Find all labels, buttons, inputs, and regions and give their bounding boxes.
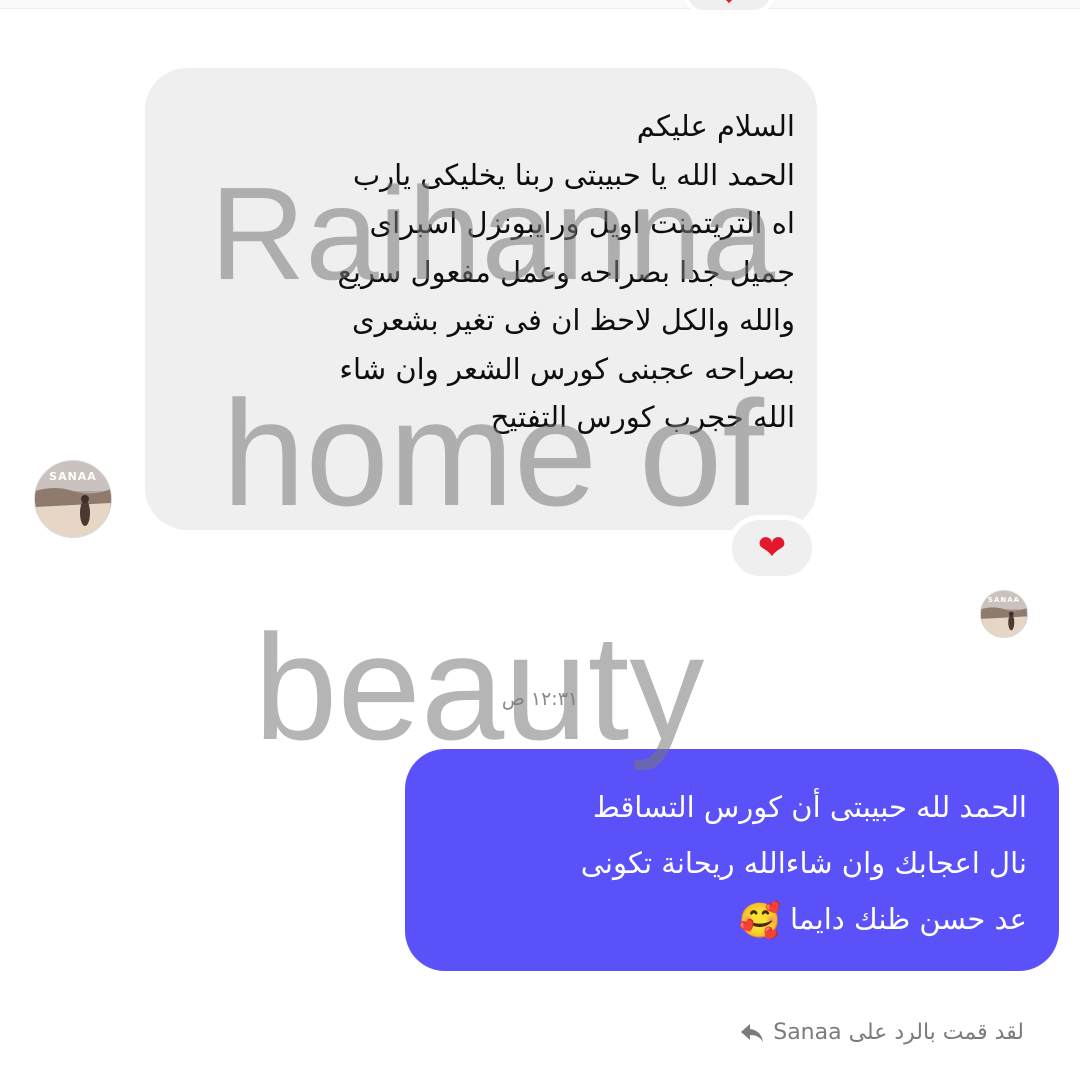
heart-icon: ❤ [721, 0, 738, 8]
incoming-line: اه التريتمنت اويل ورايبونزل اسبراى [369, 206, 795, 240]
message-reaction[interactable]: ❤ [727, 515, 817, 581]
outgoing-line: الحمد لله حبيبتى أن كورس التساقط [592, 790, 1027, 824]
outgoing-line: نال اعجابك وان شاءالله ريحانة تكونى [580, 846, 1027, 880]
sender-avatar[interactable]: SANAA [34, 460, 112, 538]
incoming-message-text: السلام عليكم الحمد الله يا حبيبتى ربنا ي… [155, 102, 795, 442]
outgoing-line: عد حسن ظنك دايما 🥰 [417, 891, 1027, 947]
outgoing-message-text: الحمد لله حبيبتى أن كورس التساقط نال اعج… [417, 779, 1027, 947]
incoming-message-bubble[interactable]: السلام عليكم الحمد الله يا حبيبتى ربنا ي… [145, 68, 817, 530]
smiling-hearts-emoji-icon: 🥰 [738, 901, 781, 941]
reply-note: لقد قمت بالرد على Sanaa [739, 1020, 1024, 1045]
heart-icon: ❤ [757, 528, 787, 568]
previous-message-reaction[interactable]: ❤ [684, 0, 774, 14]
incoming-line: جميل جدا بصراحه وعمل مفعول سريع [337, 254, 795, 289]
outgoing-message-bubble[interactable]: الحمد لله حبيبتى أن كورس التساقط نال اعج… [405, 749, 1059, 971]
avatar-label: SANAA [987, 595, 1021, 604]
incoming-line: الحمد الله يا حبيبتى ربنا يخليكى يارب [352, 157, 795, 192]
incoming-line: السلام عليكم [636, 109, 795, 143]
reply-note-text: لقد قمت بالرد على Sanaa [773, 1020, 1024, 1045]
reply-arrow-icon [741, 1023, 764, 1042]
top-divider [0, 0, 1080, 9]
outgoing-line-text: عد حسن ظنك دايما [790, 902, 1027, 936]
incoming-line: والله والكل لاحظ ان فى تغير بشعرى [351, 303, 795, 337]
message-timestamp: ١٢:٣١ ص [501, 688, 579, 710]
incoming-line: بصراحه عجبنى كورس الشعر وان شاء [339, 351, 795, 386]
incoming-line: الله حجرب كورس التفتيح [490, 400, 795, 434]
seen-avatar: SANAA [980, 590, 1028, 638]
avatar-label: SANAA [49, 470, 97, 484]
watermark-line: beauty [254, 603, 705, 771]
